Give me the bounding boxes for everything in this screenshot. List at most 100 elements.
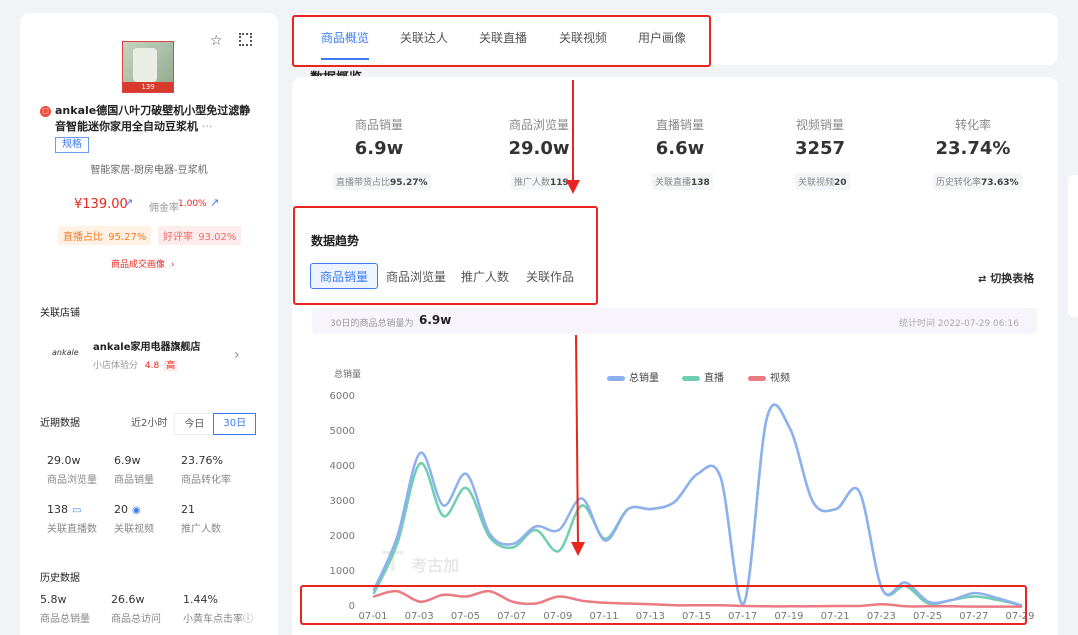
commission-trend-icon[interactable]: ↗ xyxy=(210,196,219,209)
metric-sub-label: 关联直播 xyxy=(655,178,692,188)
history-stat-visits: 26.6w 商品总访问 xyxy=(111,593,161,625)
legend-item-total[interactable]: 总销量 xyxy=(607,369,659,384)
deal-portrait-text: 商品成交画像 xyxy=(111,260,166,270)
deal-portrait-link[interactable]: 商品成交画像 › xyxy=(111,257,175,270)
metric-sub-video-sales: 关联视频20 xyxy=(795,173,850,190)
live-ratio-badge: 直播占比 95.27% xyxy=(58,226,152,245)
legend-item-video[interactable]: 视频 xyxy=(748,369,790,384)
shop-score: 小店体验分 4.8 高 xyxy=(93,358,178,371)
shop-chevron-icon[interactable]: › xyxy=(234,347,240,363)
shop-section-title: 关联店铺 xyxy=(40,308,80,319)
watermark-logo-icon: ⊤ xyxy=(380,545,406,578)
qrcode-icon[interactable] xyxy=(239,33,252,46)
recent-stat-conversion: 23.76% 商品转化率 xyxy=(181,454,231,486)
good-rate-value: 93.02% xyxy=(198,232,237,243)
range-2h[interactable]: 近2小时 xyxy=(124,413,174,435)
recent-stat-video[interactable]: 20 ◉ 关联视频 xyxy=(114,503,154,535)
stat-label-text: 小黄车点击率 xyxy=(183,614,243,625)
history-section-title: 历史数据 xyxy=(40,573,80,584)
stat-value: 1.44% xyxy=(183,593,218,606)
metric-sub-live-sales: 关联直播138 xyxy=(652,173,713,190)
product-image[interactable]: 139 xyxy=(122,41,174,93)
stat-value: 26.6w xyxy=(111,593,145,606)
metric-sub-value: 73.63% xyxy=(981,178,1019,188)
commission-value: 1.00% xyxy=(178,199,207,209)
annotation-box-video-line xyxy=(300,585,1027,625)
stat-label: 推广人数 xyxy=(181,524,221,535)
stat-value: 23.76% xyxy=(181,454,223,467)
recent-stat-sales: 6.9w 商品销量 xyxy=(114,454,154,486)
y-tick-label: 5000 xyxy=(329,426,355,437)
product-image-price-tag: 139 xyxy=(123,82,173,92)
metric-label-sales: 商品销量 xyxy=(354,118,403,132)
metric-sub-value: 119 xyxy=(550,178,569,188)
metric-label-live-sales: 直播销量 xyxy=(655,118,704,132)
annotation-box-trend xyxy=(293,206,598,305)
live-ratio-value: 95.27% xyxy=(108,232,147,243)
more-icon[interactable]: ··· xyxy=(202,120,213,133)
shop-badge-icon: □ xyxy=(40,106,51,117)
watermark-text: 考古加 xyxy=(411,556,460,575)
metric-value-conversion: 23.74% xyxy=(935,138,1011,159)
recent-stat-promoters: 21 推广人数 xyxy=(181,503,221,535)
stat-label: 商品浏览量 xyxy=(47,475,97,486)
summary-value: 6.9w xyxy=(419,313,452,327)
star-icon[interactable]: ☆ xyxy=(210,33,223,49)
recent-stat-views: 29.0w 商品浏览量 xyxy=(47,454,97,486)
stat-label: 关联直播数 xyxy=(47,524,97,535)
shop-name[interactable]: ankale家用电器旗舰店 xyxy=(93,338,200,353)
metric-sub-conversion: 历史转化率73.63% xyxy=(933,173,1022,190)
range-switch: 近2小时 今日 30日 xyxy=(124,413,257,435)
annotation-box-tabs xyxy=(292,15,711,67)
stat-value: 21 xyxy=(181,503,195,516)
legend-item-live[interactable]: 直播 xyxy=(682,369,724,384)
stat-label: 关联视频 xyxy=(114,524,154,535)
switch-icon: ⇄ xyxy=(978,274,987,285)
price-trend-icon[interactable]: ↗ xyxy=(124,196,133,209)
metric-value-video-sales: 3257 xyxy=(794,138,846,159)
stat-label: 小黄车点击率ⓘ xyxy=(183,610,253,625)
y-tick-label: 4000 xyxy=(329,461,355,472)
stat-value: 5.8w xyxy=(40,593,67,606)
shop-score-label: 小店体验分 xyxy=(93,361,139,371)
toggle-table-button[interactable]: ⇄ 切换表格 xyxy=(978,270,1034,286)
stat-value: 138 xyxy=(47,503,68,516)
product-category: 智能家居-厨房电器-豆浆机 xyxy=(90,165,208,176)
legend-label: 直播 xyxy=(704,373,724,384)
metric-sub-label: 关联视频 xyxy=(798,178,835,188)
range-today[interactable]: 今日 xyxy=(174,413,214,435)
y-tick-label: 6000 xyxy=(329,391,355,402)
right-edge-panel xyxy=(1068,175,1078,317)
recent-stat-live[interactable]: 138 ▭ 关联直播数 xyxy=(47,503,97,535)
trend-summary-bar: 30日的商品总销量为 6.9w 统计时间 2022-07-29 06:16 xyxy=(312,308,1037,334)
y-tick-label: 1000 xyxy=(329,566,355,577)
product-title-text: ankale德国八叶刀破壁机小型免过滤静音智能迷你家用全自动豆浆机 xyxy=(55,104,251,133)
commission-label: 佣金率 xyxy=(149,203,179,214)
stat-label: 商品总销量 xyxy=(40,614,90,625)
info-icon[interactable]: ⓘ xyxy=(243,614,253,625)
toggle-table-label: 切换表格 xyxy=(990,272,1035,285)
metric-sub-value: 138 xyxy=(691,178,710,188)
spec-tag[interactable]: 规格 xyxy=(55,137,89,153)
stat-value: 20 xyxy=(114,503,128,516)
metric-sub-value: 95.27% xyxy=(390,178,428,188)
shop-score-value: 4.8 xyxy=(144,361,160,371)
chart-ylabel: 总销量 xyxy=(334,370,362,380)
video-camera-icon: ▭ xyxy=(72,505,82,516)
metric-value-live-sales: 6.6w xyxy=(655,138,705,159)
legend-label: 视频 xyxy=(770,373,790,384)
product-panel: 139 ☆ □ ankale德国八叶刀破壁机小型免过滤静音智能迷你家用全自动豆浆… xyxy=(20,13,278,635)
y-tick-label: 3000 xyxy=(329,496,355,507)
product-title[interactable]: ankale德国八叶刀破壁机小型免过滤静音智能迷你家用全自动豆浆机 ··· xyxy=(55,103,255,135)
metric-label-views: 商品浏览量 xyxy=(508,118,569,132)
legend-swatch xyxy=(682,375,700,381)
metric-value-sales: 6.9w xyxy=(354,138,404,159)
y-tick-label: 2000 xyxy=(329,531,355,542)
history-stat-ctr: 1.44% 小黄车点击率ⓘ xyxy=(183,593,253,625)
range-30d[interactable]: 30日 xyxy=(213,413,257,435)
metric-sub-label: 历史转化率 xyxy=(936,178,982,188)
stat-label: 商品转化率 xyxy=(181,475,231,486)
shop-logo[interactable]: ankale xyxy=(52,348,79,357)
metric-label-conversion: 转化率 xyxy=(954,118,991,132)
history-stat-sales: 5.8w 商品总销量 xyxy=(40,593,90,625)
